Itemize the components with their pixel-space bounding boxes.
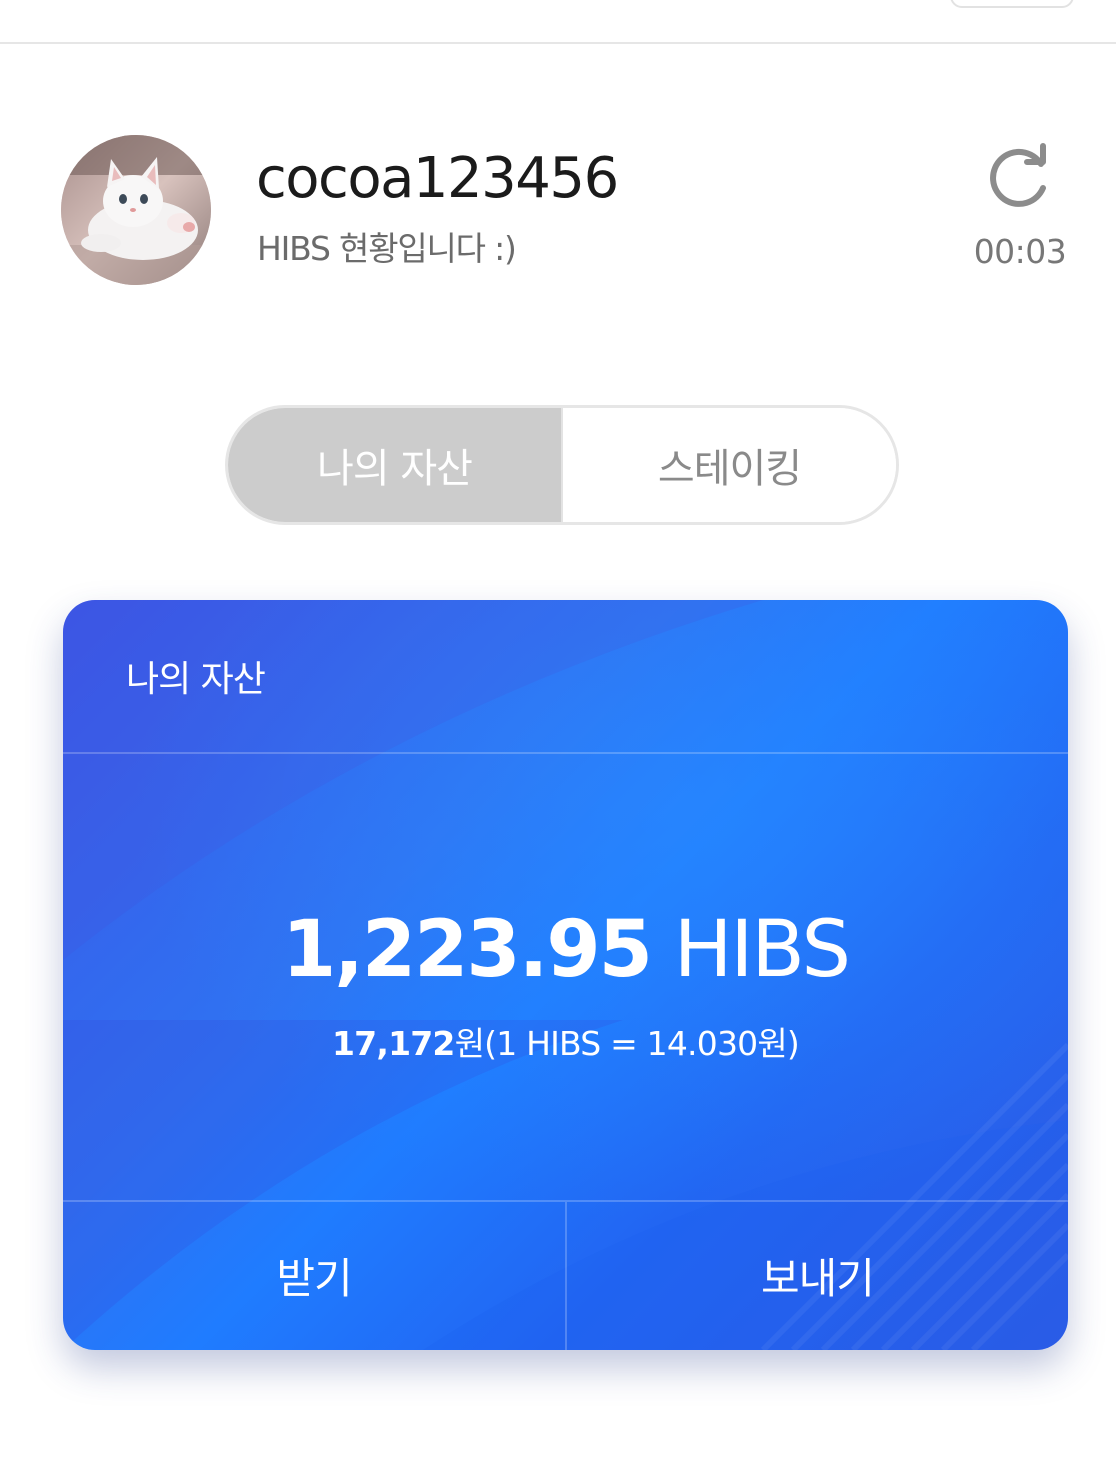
status-subtitle: HIBS 현황입니다 :) (257, 229, 517, 268)
username: cocoa123456 (256, 146, 619, 211)
card-header-divider (63, 752, 1068, 754)
tab-my-assets[interactable]: 나의 자산 (228, 408, 561, 522)
avatar (61, 135, 211, 285)
receive-button[interactable]: 받기 (63, 1200, 565, 1350)
card-title: 나의 자산 (126, 659, 266, 700)
fiat-conversion: 17,172원(1 HIBS = 14.030원) (63, 1020, 1068, 1068)
balance-display: 1,223.95 HIBS (63, 902, 1068, 998)
balance-amount: 1,223.95 (281, 905, 653, 995)
asset-segment-control: 나의 자산 스테이킹 (225, 405, 899, 525)
top-tab-fragment[interactable] (950, 0, 1074, 8)
tab-staking[interactable]: 스테이킹 (561, 408, 896, 522)
top-divider (0, 42, 1116, 44)
send-button[interactable]: 보내기 (567, 1200, 1068, 1350)
fiat-amount: 17,172 (332, 1024, 455, 1063)
fiat-rate: 원(1 HIBS = 14.030원) (454, 1024, 800, 1063)
balance-unit: HIBS (673, 905, 851, 995)
refresh-icon[interactable] (985, 142, 1055, 212)
refresh-timer: 00:03 (973, 232, 1067, 271)
asset-card: 나의 자산 1,223.95 HIBS 17,172원(1 HIBS = 14.… (63, 600, 1068, 1350)
kitten-photo-icon (61, 135, 211, 285)
